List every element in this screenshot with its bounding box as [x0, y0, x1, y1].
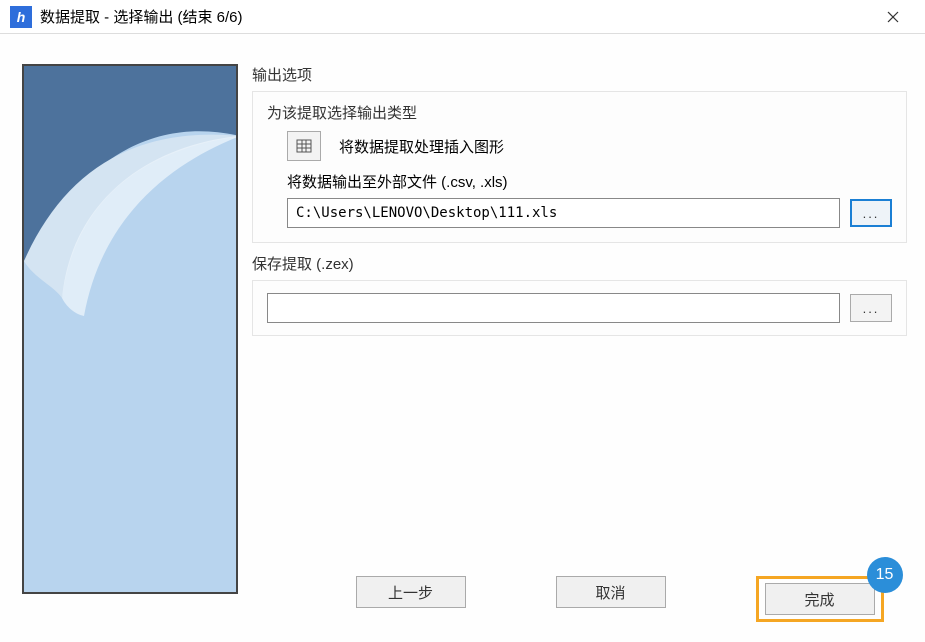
cancel-button[interactable]: 取消 [556, 576, 666, 608]
external-path-row: ... [287, 198, 892, 228]
prev-button[interactable]: 上一步 [356, 576, 466, 608]
zex-path-input[interactable] [267, 293, 840, 323]
finish-button[interactable]: 完成 [765, 583, 875, 615]
zex-browse-button[interactable]: ... [850, 294, 892, 322]
finish-highlight: 完成 15 [756, 576, 884, 622]
titlebar: h 数据提取 - 选择输出 (结束 6/6) [0, 0, 925, 34]
output-options-title: 输出选项 [252, 64, 907, 85]
output-options-group: 输出选项 为该提取选择输出类型 将数据提取处理插入图形 [252, 64, 907, 243]
save-extraction-group: 保存提取 (.zex) ... [252, 253, 907, 336]
output-options-body: 为该提取选择输出类型 将数据提取处理插入图形 将数据输出至外部文件 (.csv, [252, 91, 907, 243]
close-button[interactable] [871, 2, 915, 32]
page-curl-illustration [24, 66, 238, 594]
step-badge: 15 [867, 557, 903, 593]
footer-buttons: 上一步 取消 完成 15 [252, 576, 907, 622]
select-output-label: 为该提取选择输出类型 [267, 102, 892, 123]
dialog-content: 输出选项 为该提取选择输出类型 将数据提取处理插入图形 [0, 34, 925, 642]
insert-into-drawing-button[interactable] [287, 131, 321, 161]
close-icon [887, 11, 899, 23]
save-extraction-body: ... [252, 280, 907, 336]
app-icon: h [10, 6, 32, 28]
table-insert-icon [296, 138, 312, 154]
external-browse-button[interactable]: ... [850, 199, 892, 227]
insert-into-drawing-label: 将数据提取处理插入图形 [339, 136, 504, 157]
save-extraction-title: 保存提取 (.zex) [252, 253, 907, 274]
external-path-input[interactable] [287, 198, 840, 228]
window-title: 数据提取 - 选择输出 (结束 6/6) [40, 6, 871, 27]
external-file-label: 将数据输出至外部文件 (.csv, .xls) [287, 171, 892, 192]
zex-path-row: ... [267, 293, 892, 323]
right-panel: 输出选项 为该提取选择输出类型 将数据提取处理插入图形 [252, 64, 907, 632]
preview-pane [22, 64, 238, 594]
insert-row: 将数据提取处理插入图形 [287, 131, 892, 161]
